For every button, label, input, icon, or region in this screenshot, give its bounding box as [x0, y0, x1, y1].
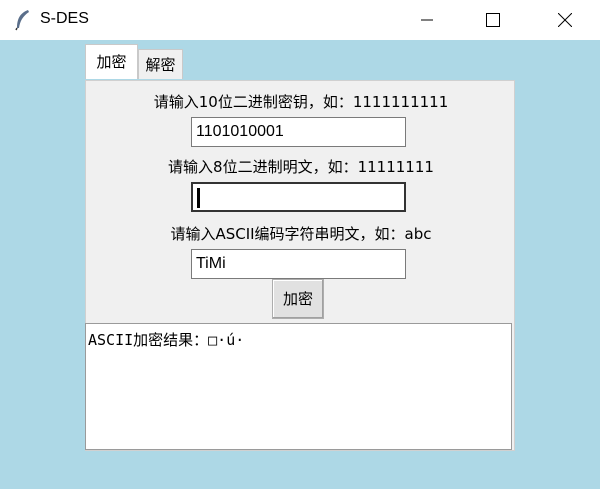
plaintext-input[interactable]: [191, 182, 406, 212]
ascii-input[interactable]: TiMi: [191, 249, 406, 279]
key-input[interactable]: 1101010001: [191, 117, 406, 147]
key-label: 请输入10位二进制密钥，如：1111111111: [153, 93, 449, 111]
title-bar: S-DES: [0, 0, 600, 40]
maximize-icon: [486, 13, 500, 27]
tab-decrypt[interactable]: 解密: [138, 49, 183, 79]
plaintext-label: 请输入8位二进制明文，如：11111111: [168, 158, 434, 176]
maximize-button[interactable]: [470, 0, 516, 40]
close-button[interactable]: [542, 0, 588, 40]
tab-encrypt[interactable]: 加密: [85, 44, 138, 79]
minimize-icon: [421, 19, 433, 21]
minimize-button[interactable]: [404, 0, 450, 40]
close-icon: [558, 13, 572, 27]
window-title: S-DES: [40, 10, 89, 27]
encrypt-button[interactable]: 加密: [272, 279, 324, 319]
output-textbox[interactable]: ASCII加密结果：□·ú·: [85, 323, 512, 450]
output-text: ASCII加密结果：□·ú·: [88, 331, 245, 349]
feather-icon: [14, 9, 32, 31]
text-cursor: [197, 188, 200, 208]
ascii-label: 请输入ASCII编码字符串明文，如：abc: [170, 225, 432, 243]
